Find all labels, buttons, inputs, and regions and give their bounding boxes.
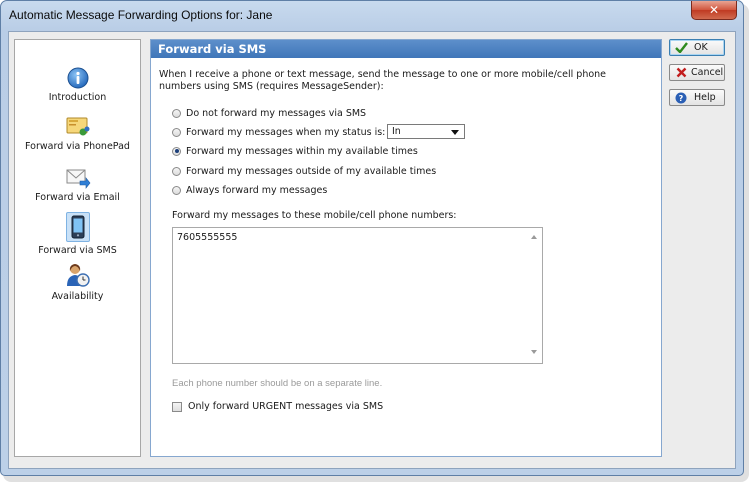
option-do-not-forward[interactable]: Do not forward my messages via SMS [172, 106, 366, 120]
cancel-button[interactable]: Cancel [669, 64, 725, 81]
phonepad-icon [65, 116, 91, 138]
dialog-client-area: Introduction Forward via PhonePad Forwar… [8, 31, 736, 469]
availability-icon [65, 262, 91, 288]
dialog-window: Automatic Message Forwarding Options for… [0, 0, 744, 476]
sidebar-item-availability[interactable]: Availability [15, 262, 140, 302]
ok-button-label: OK [694, 42, 708, 53]
option-forward-within-available[interactable]: Forward my messages within my available … [172, 144, 418, 158]
option-label: Forward my messages outside of my availa… [186, 165, 437, 177]
option-forward-when-status[interactable]: Forward my messages when my status is: [172, 125, 385, 139]
scroll-down-icon[interactable] [531, 350, 537, 354]
close-button[interactable]: ✕ [691, 1, 737, 20]
urgent-only-label: Only forward URGENT messages via SMS [188, 401, 384, 412]
radio-button[interactable] [172, 166, 181, 176]
option-label: Always forward my messages [186, 184, 328, 196]
sidebar-item-sms[interactable]: Forward via SMS [15, 212, 140, 256]
help-icon: ? [674, 91, 688, 104]
sidebar-item-label: Introduction [48, 92, 107, 103]
sidebar-item-phonepad[interactable]: Forward via PhonePad [15, 116, 140, 152]
option-forward-outside-available[interactable]: Forward my messages outside of my availa… [172, 164, 436, 178]
cancel-button-label: Cancel [691, 67, 724, 78]
cancel-x-icon [674, 66, 688, 79]
help-button[interactable]: ? Help [669, 89, 725, 106]
phone-numbers-value: 7605555555 [177, 232, 238, 243]
title-bar[interactable]: Automatic Message Forwarding Options for… [1, 1, 743, 31]
help-button-label: Help [694, 92, 716, 103]
textarea-scrollbar[interactable] [527, 228, 542, 363]
radio-button[interactable] [172, 127, 181, 137]
radio-button[interactable] [172, 108, 181, 118]
sidebar-item-email[interactable]: Forward via Email [15, 167, 140, 203]
urgent-only-option[interactable]: Only forward URGENT messages via SMS [172, 401, 383, 412]
svg-text:?: ? [679, 94, 684, 103]
radio-button-selected[interactable] [172, 146, 181, 156]
panel-description: When I receive a phone or text message, … [159, 69, 607, 92]
sidebar-item-label: Forward via PhonePad [25, 141, 130, 152]
panel-title: Forward via SMS [151, 40, 661, 58]
sidebar-item-label: Forward via SMS [38, 245, 117, 256]
option-label: Forward my messages within my available … [186, 145, 418, 157]
status-select[interactable]: In [387, 124, 465, 139]
sidebar-item-introduction[interactable]: Introduction [15, 67, 140, 103]
phone-numbers-hint: Each phone number should be on a separat… [172, 378, 383, 389]
navigation-sidebar: Introduction Forward via PhonePad Forwar… [14, 39, 141, 457]
status-select-value: In [392, 126, 401, 137]
radio-button[interactable] [172, 185, 181, 195]
email-icon [65, 167, 91, 189]
option-label: Do not forward my messages via SMS [186, 107, 367, 119]
forward-via-sms-panel: Forward via SMS When I receive a phone o… [150, 39, 662, 457]
window-title: Automatic Message Forwarding Options for… [9, 8, 273, 22]
sidebar-item-label: Availability [51, 291, 104, 302]
phone-numbers-label: Forward my messages to these mobile/cell… [172, 210, 457, 221]
option-label: Forward my messages when my status is: [186, 126, 386, 138]
mobile-phone-icon [65, 212, 90, 242]
ok-button[interactable]: OK [669, 39, 725, 56]
option-always-forward[interactable]: Always forward my messages [172, 183, 327, 197]
dropdown-arrow-icon [451, 130, 459, 135]
info-icon [67, 67, 89, 89]
close-icon: ✕ [708, 3, 720, 17]
scroll-up-icon[interactable] [531, 235, 537, 239]
checkmark-icon [674, 41, 688, 54]
phone-numbers-textarea[interactable]: 7605555555 [172, 227, 543, 364]
sidebar-item-label: Forward via Email [35, 192, 120, 203]
urgent-only-checkbox[interactable] [172, 401, 182, 412]
